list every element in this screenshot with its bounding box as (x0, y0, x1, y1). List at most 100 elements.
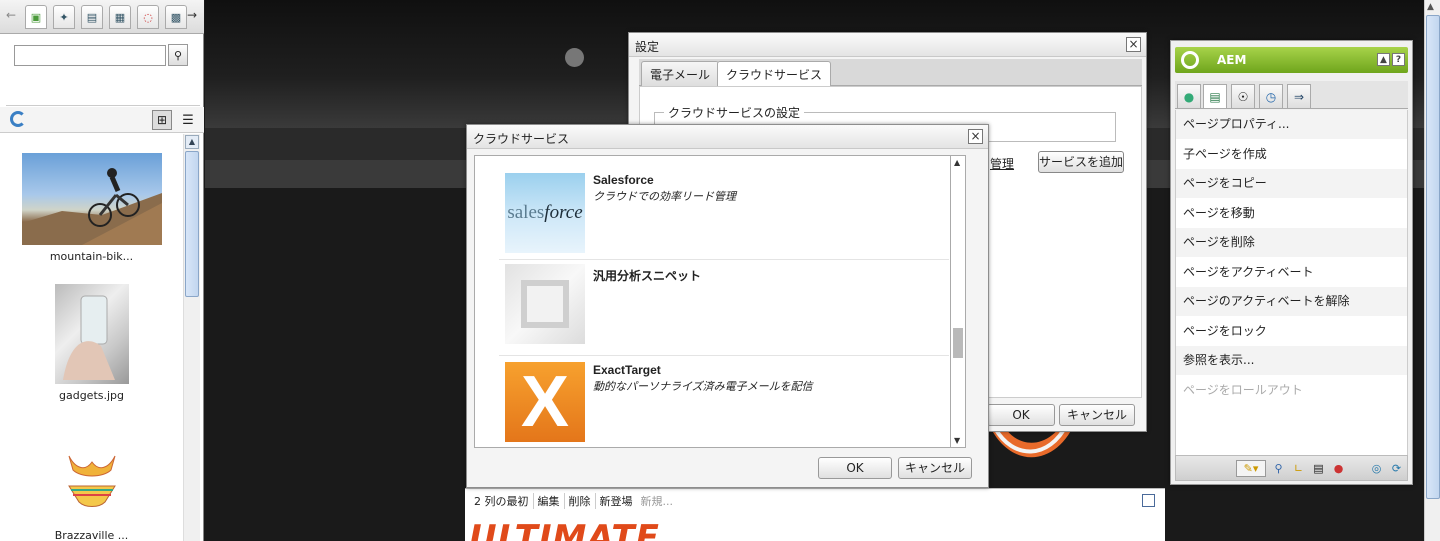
tab-images[interactable]: ▣ (25, 5, 47, 29)
search-icon: ⚲ (173, 48, 183, 62)
salesforce-logo: salesforce (505, 173, 585, 253)
preview-mode-button[interactable]: ⚲ (1270, 460, 1287, 477)
tab-page[interactable]: ▤ (1203, 84, 1227, 108)
help-icon[interactable]: ? (1392, 53, 1405, 66)
tab-cloud-services[interactable]: クラウドサービス (717, 61, 832, 86)
add-service-button[interactable]: サービスを追加 (1038, 151, 1124, 173)
asset-list: mountain-bik... gadgets.jpg Brazzaville … (0, 134, 183, 541)
carousel-prev-icon[interactable] (565, 48, 584, 67)
client-context-button[interactable]: ● (1330, 460, 1347, 477)
service-item-exacttarget[interactable]: X ExactTarget 動的なパーソナライズ済み電子メールを配信 (499, 356, 949, 447)
page-banner: ULTIMATE (465, 512, 1165, 541)
reload-button[interactable]: ⟳ (1388, 460, 1405, 477)
dialog-title: 設定 (635, 40, 660, 54)
asset-item[interactable]: gadgets.jpg (0, 284, 183, 402)
select-checkbox[interactable] (1142, 494, 1155, 507)
tab-versioning[interactable]: ◷ (1259, 84, 1283, 108)
asset-item[interactable]: mountain-bik... (0, 153, 183, 263)
manage-link[interactable]: 管理 (990, 155, 1014, 172)
cancel-button[interactable]: キャンセル (898, 457, 972, 479)
user-icon: ● (1333, 462, 1344, 475)
tab-products[interactable]: ✦ (53, 5, 75, 29)
tab-flash[interactable]: ◌ (137, 5, 159, 29)
gadgets-thumbnail (54, 284, 129, 384)
search-area: ⚲ (6, 34, 200, 106)
asset-scrollbar[interactable]: ▲ (183, 134, 200, 541)
magnifier-icon: ⚲ (1274, 462, 1283, 475)
content-finder-tabs: ← ▣ ✦ ▤ ▦ ◌ ▩ → (0, 0, 204, 34)
grid-view-button[interactable]: ⊞ (152, 110, 172, 130)
editbar-label: 2 列の最初 (470, 492, 534, 509)
delete-button[interactable]: 削除 (565, 492, 596, 509)
close-icon[interactable]: × (968, 129, 983, 144)
new-component-button[interactable]: 新規... (637, 493, 678, 509)
menu-item-deactivate-page[interactable]: ページのアクティベートを解除 (1176, 287, 1407, 317)
scroll-up-icon[interactable]: ▲ (1427, 2, 1434, 12)
components-icon: ● (1183, 89, 1195, 104)
menu-item-copy-page[interactable]: ページをコピー (1176, 169, 1407, 199)
scaffolding-button[interactable]: ▤ (1310, 460, 1327, 477)
service-item-salesforce[interactable]: salesforce Salesforce クラウドでの効率リード管理 (499, 156, 949, 260)
settings-title-bar[interactable]: 設定 × (629, 33, 1146, 57)
service-list-scrollbar[interactable]: ▲ ▼ (951, 155, 966, 448)
asset-caption: Brazzaville ... (54, 529, 129, 541)
new-button[interactable]: 新登場 (596, 493, 637, 509)
page-icon: ▤ (1209, 89, 1221, 104)
edit-mode-button[interactable]: ✎▾ (1236, 460, 1266, 477)
design-mode-button[interactable]: ∟ (1290, 460, 1307, 477)
sidekick-footer: ✎▾ ⚲ ∟ ▤ ● ◎ ⟳ (1175, 455, 1408, 481)
menu-item-page-properties[interactable]: ページプロパティ... (1176, 110, 1407, 140)
scrollbar-thumb[interactable] (185, 151, 199, 297)
service-name: 汎用分析スニペット (593, 269, 702, 283)
search-input[interactable] (14, 45, 166, 66)
scrollbar-thumb[interactable] (953, 328, 963, 358)
scroll-up-icon[interactable]: ▲ (954, 158, 960, 167)
menu-item-lock-page[interactable]: ページをロック (1176, 316, 1407, 346)
flash-icon: ◌ (143, 10, 153, 24)
sidekick-header[interactable]: AEM ▲ ? (1175, 47, 1408, 73)
asset-item[interactable]: Brazzaville ... (0, 428, 183, 541)
website-admin-button[interactable]: ◎ (1368, 460, 1385, 477)
arrow-right-icon[interactable]: → (187, 8, 197, 22)
list-view-button[interactable]: ☰ (178, 110, 198, 130)
scroll-down-icon[interactable]: ▼ (954, 436, 960, 445)
tab-email[interactable]: 電子メール (641, 61, 720, 86)
tab-pages[interactable]: ▩ (165, 5, 187, 29)
close-icon[interactable]: × (1126, 37, 1141, 52)
menu-item-activate-page[interactable]: ページをアクティベート (1176, 257, 1407, 287)
edit-button[interactable]: 編集 (534, 492, 565, 509)
grid-icon: ⊞ (156, 113, 168, 127)
images-icon: ▣ (30, 10, 42, 24)
menu-item-delete-page[interactable]: ページを削除 (1176, 228, 1407, 258)
documents-icon: ▤ (86, 10, 98, 24)
page-actions-menu: ページプロパティ... 子ページを作成 ページをコピー ページを移動 ページを削… (1175, 110, 1408, 456)
scrollbar-thumb[interactable] (1426, 15, 1440, 499)
cancel-button[interactable]: キャンセル (1059, 404, 1135, 426)
ok-button[interactable]: OK (818, 457, 892, 479)
finder-toolbar: ⊞ ☰ (0, 107, 204, 133)
ruler-icon: ∟ (1293, 462, 1304, 475)
menu-item-create-child-page[interactable]: 子ページを作成 (1176, 139, 1407, 169)
search-button[interactable]: ⚲ (168, 44, 188, 66)
menu-item-show-references[interactable]: 参照を表示... (1176, 346, 1407, 376)
ok-button[interactable]: OK (987, 404, 1055, 426)
exacttarget-logo-text: X (520, 362, 570, 442)
generic-analytics-logo (505, 264, 585, 344)
scroll-up-icon[interactable]: ▲ (185, 135, 199, 149)
asset-caption: gadgets.jpg (58, 389, 125, 402)
tab-paragraphs[interactable]: ▦ (109, 5, 131, 29)
arrow-left-icon[interactable]: ← (6, 8, 16, 22)
swimsuit-thumbnail (54, 428, 129, 524)
refresh-icon[interactable] (10, 111, 26, 127)
asset-caption: mountain-bik... (49, 250, 134, 263)
menu-item-move-page[interactable]: ページを移動 (1176, 198, 1407, 228)
tab-components[interactable]: ● (1177, 84, 1201, 108)
fieldset-legend: クラウドサービスの設定 (664, 104, 805, 121)
tab-documents[interactable]: ▤ (81, 5, 103, 29)
cloud-services-title-bar[interactable]: クラウドサービス × (467, 125, 988, 149)
tab-information[interactable]: ☉ (1231, 84, 1255, 108)
service-item-generic-analytics[interactable]: 汎用分析スニペット (499, 260, 949, 356)
tab-workflow[interactable]: ⇒ (1287, 84, 1311, 108)
window-scrollbar[interactable]: ▲ (1424, 0, 1440, 541)
collapse-icon[interactable]: ▲ (1377, 53, 1390, 66)
